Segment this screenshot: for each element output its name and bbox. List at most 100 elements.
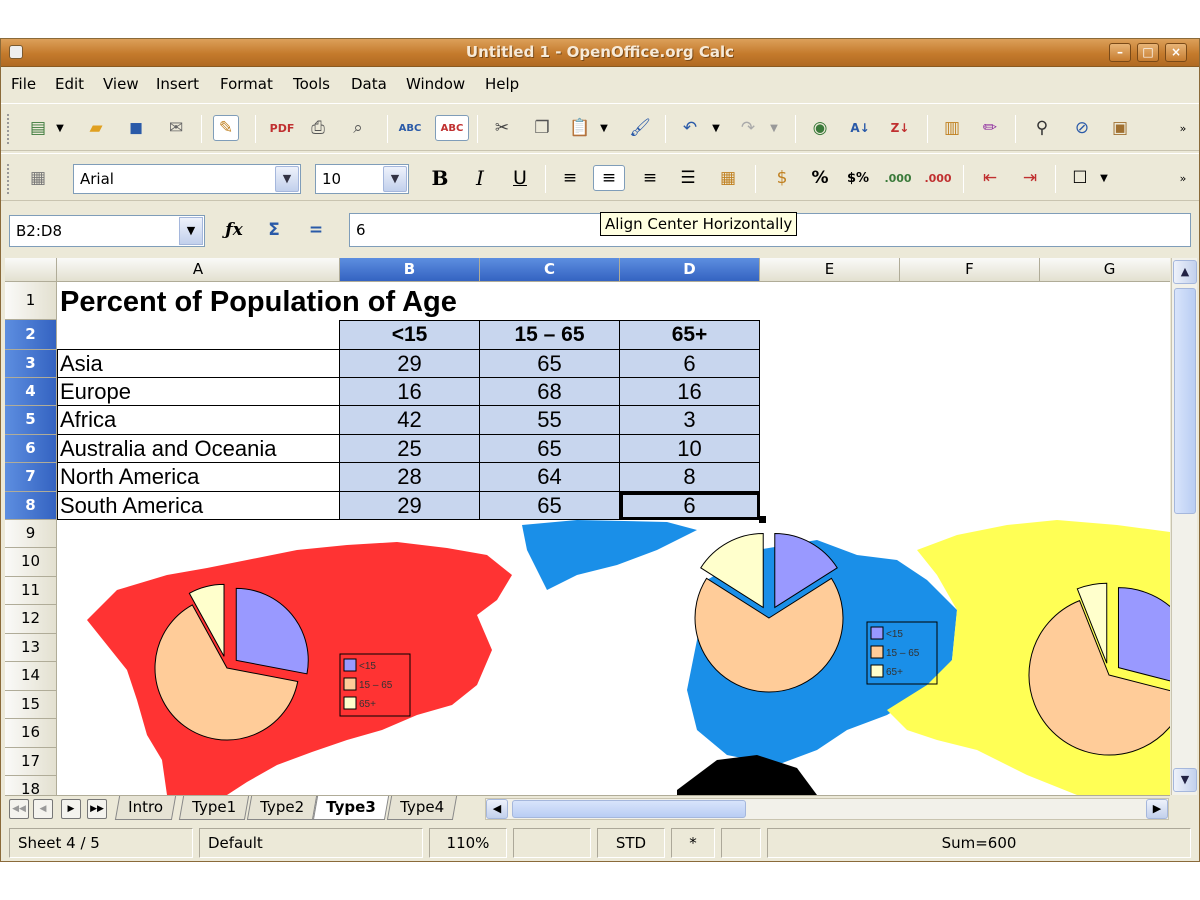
email-icon[interactable]: ✉ bbox=[163, 115, 189, 141]
row-header[interactable]: 5 bbox=[5, 406, 57, 435]
value-cell[interactable]: 65 bbox=[480, 492, 620, 520]
undo-dropdown-icon[interactable]: ▼ bbox=[709, 115, 723, 141]
row-header[interactable]: 17 bbox=[5, 748, 57, 776]
print-icon[interactable]: ⎙ bbox=[305, 115, 331, 141]
percent-format-icon[interactable]: % bbox=[807, 165, 833, 191]
open-folder-icon[interactable]: ▰ bbox=[83, 115, 109, 141]
sort-descending-icon[interactable]: Z↓ bbox=[887, 115, 913, 141]
value-cell[interactable]: 42 bbox=[340, 406, 480, 435]
horizontal-scrollbar[interactable]: ◀ ▶ bbox=[485, 798, 1169, 820]
spreadsheet-grid[interactable]: A B C D E F G 1 2 3 4 5 6 7 8 9 10 11 12… bbox=[5, 258, 1170, 795]
tab-type3[interactable]: Type3 bbox=[312, 796, 389, 820]
header-cell-15-65[interactable]: 15 – 65 bbox=[480, 320, 620, 350]
function-equals-icon[interactable]: = bbox=[303, 217, 329, 243]
currency-format-icon[interactable]: $ bbox=[769, 165, 795, 191]
value-cell[interactable]: 28 bbox=[340, 463, 480, 492]
font-name-combo[interactable]: Arial ▼ bbox=[73, 164, 301, 194]
menu-file[interactable]: File bbox=[11, 75, 36, 93]
row-header[interactable]: 4 bbox=[5, 378, 57, 406]
cell-a2[interactable] bbox=[57, 320, 340, 350]
value-cell[interactable]: 65 bbox=[480, 350, 620, 378]
value-cell[interactable]: 16 bbox=[620, 378, 760, 406]
hyperlink-icon[interactable]: ◉ bbox=[807, 115, 833, 141]
menu-edit[interactable]: Edit bbox=[55, 75, 84, 93]
select-all-corner[interactable] bbox=[5, 258, 57, 282]
header-cell-under15[interactable]: <15 bbox=[340, 320, 480, 350]
export-pdf-icon[interactable]: PDF bbox=[269, 115, 295, 141]
value-cell[interactable]: 3 bbox=[620, 406, 760, 435]
decrease-indent-icon[interactable]: ⇤ bbox=[977, 165, 1003, 191]
sum-icon[interactable]: Σ bbox=[261, 217, 287, 243]
chevron-down-icon[interactable]: ▼ bbox=[179, 217, 203, 245]
value-cell[interactable]: 64 bbox=[480, 463, 620, 492]
value-cell[interactable]: 29 bbox=[340, 492, 480, 520]
print-preview-icon[interactable]: ⌕ bbox=[345, 115, 371, 141]
value-cell[interactable]: 6 bbox=[620, 350, 760, 378]
undo-icon[interactable]: ↶ bbox=[677, 115, 703, 141]
sort-ascending-icon[interactable]: A↓ bbox=[847, 115, 873, 141]
underline-icon[interactable]: U bbox=[507, 165, 533, 191]
menu-help[interactable]: Help bbox=[485, 75, 519, 93]
region-label-cell[interactable]: Africa bbox=[57, 406, 340, 435]
value-cell[interactable]: 10 bbox=[620, 435, 760, 463]
header-cell-65plus[interactable]: 65+ bbox=[620, 320, 760, 350]
region-label-cell[interactable]: Asia bbox=[57, 350, 340, 378]
italic-icon[interactable]: I bbox=[467, 165, 493, 191]
region-label-cell[interactable]: South America bbox=[57, 492, 340, 520]
add-decimal-icon[interactable]: .000 bbox=[884, 165, 911, 191]
tab-type1[interactable]: Type1 bbox=[178, 796, 250, 820]
menu-format[interactable]: Format bbox=[220, 75, 273, 93]
vertical-scroll-thumb[interactable] bbox=[1174, 288, 1196, 514]
spellcheck-icon[interactable]: ABC bbox=[397, 115, 423, 141]
row-header[interactable]: 18 bbox=[5, 776, 57, 795]
value-cell[interactable]: 8 bbox=[620, 463, 760, 492]
column-header-d[interactable]: D bbox=[620, 258, 760, 282]
function-wizard-icon[interactable]: ƒx bbox=[221, 217, 247, 243]
minimize-button[interactable]: – bbox=[1109, 43, 1131, 62]
status-page-style[interactable]: Default bbox=[199, 828, 423, 858]
navigator-icon[interactable]: ⊘ bbox=[1069, 115, 1095, 141]
value-cell[interactable]: 16 bbox=[340, 378, 480, 406]
toolbar-grip[interactable] bbox=[7, 164, 10, 194]
new-document-icon[interactable]: ▤ bbox=[25, 115, 51, 141]
delete-decimal-icon[interactable]: .000 bbox=[924, 165, 951, 191]
tab-type4[interactable]: Type4 bbox=[386, 796, 458, 820]
column-header-a[interactable]: A bbox=[57, 258, 340, 282]
menu-tools[interactable]: Tools bbox=[293, 75, 330, 93]
row-header[interactable]: 12 bbox=[5, 605, 57, 634]
chevron-down-icon[interactable]: ▼ bbox=[275, 166, 299, 192]
copy-icon[interactable]: ❐ bbox=[529, 115, 555, 141]
status-zoom[interactable]: 110% bbox=[429, 828, 507, 858]
vertical-scrollbar[interactable]: ▲ ▼ bbox=[1171, 258, 1197, 795]
menu-insert[interactable]: Insert bbox=[156, 75, 199, 93]
styles-icon[interactable]: ▦ bbox=[25, 165, 51, 191]
menu-data[interactable]: Data bbox=[351, 75, 387, 93]
toolbar-grip[interactable] bbox=[7, 114, 10, 144]
column-header-g[interactable]: G bbox=[1040, 258, 1170, 282]
increase-indent-icon[interactable]: ⇥ bbox=[1017, 165, 1043, 191]
row-header[interactable]: 6 bbox=[5, 435, 57, 463]
align-center-icon[interactable]: ≡ bbox=[593, 165, 625, 191]
row-header[interactable]: 3 bbox=[5, 350, 57, 378]
region-label-cell[interactable]: Europe bbox=[57, 378, 340, 406]
region-label-cell[interactable]: North America bbox=[57, 463, 340, 492]
paste-dropdown-icon[interactable]: ▼ bbox=[597, 115, 611, 141]
first-sheet-icon[interactable]: ◀◀ bbox=[9, 799, 29, 819]
format-paintbrush-icon[interactable]: 🖌 bbox=[627, 115, 653, 141]
row-header[interactable]: 9 bbox=[5, 520, 57, 548]
redo-dropdown-icon[interactable]: ▼ bbox=[767, 115, 781, 141]
value-cell[interactable]: 25 bbox=[340, 435, 480, 463]
bold-icon[interactable]: B bbox=[427, 165, 453, 191]
sheet-title-cell[interactable]: Percent of Population of Age bbox=[60, 286, 457, 318]
maximize-button[interactable]: □ bbox=[1137, 43, 1159, 62]
horizontal-scroll-thumb[interactable] bbox=[512, 800, 746, 818]
value-cell[interactable]: 65 bbox=[480, 435, 620, 463]
chevron-down-icon[interactable]: ▼ bbox=[383, 166, 407, 192]
prev-sheet-icon[interactable]: ◀ bbox=[33, 799, 53, 819]
column-header-b[interactable]: B bbox=[340, 258, 480, 282]
column-header-f[interactable]: F bbox=[900, 258, 1040, 282]
tab-intro[interactable]: Intro bbox=[114, 796, 176, 820]
value-cell[interactable]: 6 bbox=[620, 492, 760, 520]
toolbar-overflow-icon[interactable]: » bbox=[1175, 165, 1191, 191]
font-size-combo[interactable]: 10 ▼ bbox=[315, 164, 409, 194]
